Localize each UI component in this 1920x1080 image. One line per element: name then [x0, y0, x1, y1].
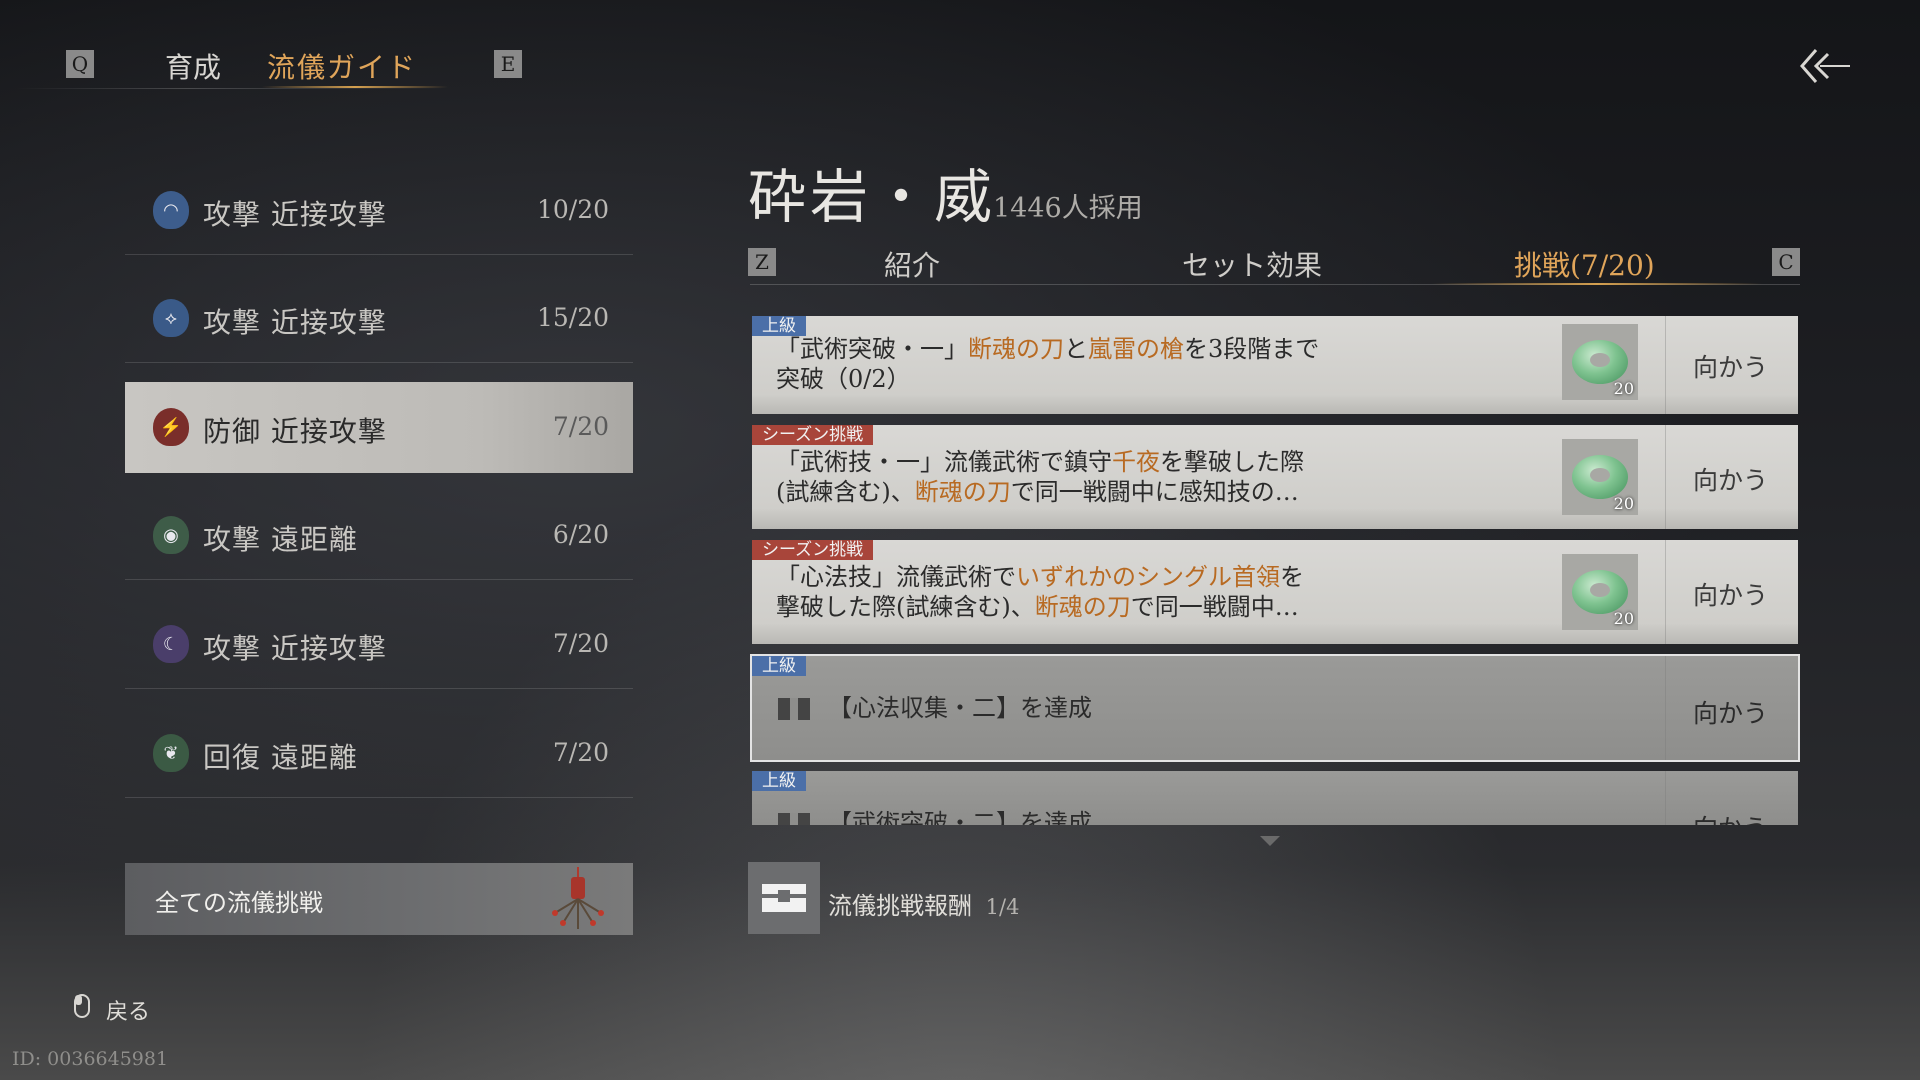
style-list-item[interactable]: ◉ 攻撃 遠距離 6/20 — [125, 490, 633, 580]
challenge-description: 「武術突破・一」断魂の刀と嵐雷の槍を3段階まで 突破（0/2） — [776, 335, 1320, 393]
style-list-item[interactable]: ❦ 回復 遠距離 7/20 — [125, 708, 633, 798]
style-item-label: 防御 近接攻撃 — [203, 415, 387, 448]
challenge-card-selected[interactable]: 上級 【心法収集・二】を達成 向かう — [750, 654, 1800, 762]
style-item-label: 攻撃 近接攻撃 — [203, 198, 387, 231]
gift-box-icon — [778, 698, 810, 720]
difficulty-tag: 上級 — [752, 771, 806, 791]
style-list-item[interactable]: ⟡ 攻撃 近接攻撃 15/20 — [125, 273, 633, 363]
tab-set-effect[interactable]: セット効果 — [1182, 244, 1322, 284]
tab-training[interactable]: 育成 — [165, 46, 221, 86]
challenge-card[interactable]: シーズン挑戦 「心法技」流儀武術でいずれかのシングル首領を 撃破した際(試練含む… — [752, 540, 1798, 644]
reward-progress: 流儀挑戦報酬 1/4 — [828, 886, 1019, 921]
tab-style-guide[interactable]: 流儀ガイド — [267, 46, 417, 86]
style-item-count: 7/20 — [552, 738, 609, 767]
tab-introduction[interactable]: 紹介 — [884, 244, 940, 284]
jade-ring-icon — [1572, 570, 1628, 614]
e-key-hint[interactable]: E — [494, 50, 522, 78]
style-item-label: 攻撃 遠距離 — [203, 523, 358, 556]
style-item-count: 7/20 — [552, 412, 609, 441]
season-tag: シーズン挑戦 — [752, 425, 874, 445]
reward-progress-count: 1/4 — [985, 895, 1020, 919]
challenge-description: 【武術突破・二】を達成 — [828, 809, 1092, 825]
jade-ring-icon — [1572, 340, 1628, 384]
style-item-label: 攻撃 近接攻撃 — [203, 306, 387, 339]
challenge-description: 「心法技」流儀武術でいずれかのシングル首領を 撃破した際(試練含む)、断魂の刀で… — [776, 563, 1304, 621]
difficulty-tag: 上級 — [752, 656, 806, 676]
style-list-item[interactable]: ☾ 攻撃 近接攻撃 7/20 — [125, 599, 633, 689]
go-button[interactable]: 向かう — [1693, 461, 1768, 497]
back-label[interactable]: 戻る — [106, 994, 150, 1026]
challenge-card[interactable]: 上級 「武術突破・一」断魂の刀と嵐雷の槍を3段階まで 突破（0/2） 20 向か… — [752, 316, 1798, 414]
style-item-count: 6/20 — [552, 520, 609, 549]
player-id: ID: 0036645981 — [12, 1048, 169, 1070]
adoption-count: 1446人採用 — [993, 193, 1143, 224]
go-button[interactable]: 向かう — [1693, 809, 1768, 825]
scroll-down-icon[interactable] — [1260, 836, 1280, 848]
c-key-hint[interactable]: C — [1772, 248, 1800, 276]
crescent-icon: ☾ — [153, 625, 189, 663]
back-arrow-icon[interactable] — [1796, 46, 1852, 86]
challenge-description: 【心法収集・二】を達成 — [828, 694, 1092, 722]
style-item-label: 回復 遠距離 — [203, 741, 358, 774]
all-style-challenges-button[interactable]: 全ての流儀挑戦 — [125, 863, 633, 935]
go-button[interactable]: 向かう — [1693, 694, 1768, 730]
season-tag: シーズン挑戦 — [752, 540, 874, 560]
reward-progress-label: 流儀挑戦報酬 — [828, 892, 972, 920]
go-button[interactable]: 向かう — [1693, 348, 1768, 384]
gift-box-icon — [778, 813, 810, 825]
treasure-chest-icon — [762, 884, 806, 912]
q-key-hint[interactable]: Q — [66, 50, 94, 78]
jade-reward: 20 — [1562, 324, 1638, 400]
style-reward-button[interactable] — [748, 862, 820, 934]
style-item-count: 10/20 — [536, 195, 609, 224]
swirl-icon: ◉ — [153, 516, 189, 554]
page-title: 砕岩・威 — [748, 163, 997, 231]
top-nav-active-indicator — [262, 86, 448, 88]
top-nav-divider — [16, 88, 446, 89]
fan-wave-icon: ◠ — [153, 191, 189, 229]
jade-ring-icon — [1572, 455, 1628, 499]
mouse-icon — [74, 994, 90, 1018]
all-challenges-label: 全ての流儀挑戦 — [155, 889, 323, 917]
challenge-card[interactable]: シーズン挑戦 「武術技・一」流儀武術で鎮守千夜を撃破した際 (試練含む)、断魂の… — [752, 425, 1798, 529]
tab-challenge[interactable]: 挑戦(7/20) — [1514, 244, 1655, 284]
style-item-count: 7/20 — [552, 629, 609, 658]
z-key-hint[interactable]: Z — [748, 248, 776, 276]
style-list-item[interactable]: ◠ 攻撃 近接攻撃 10/20 — [125, 165, 633, 255]
jade-reward: 20 — [1562, 554, 1638, 630]
blade-icon: ⟡ — [153, 299, 189, 337]
leaf-icon: ❦ — [153, 734, 189, 772]
challenge-card[interactable]: 上級 【武術突破・二】を達成 向かう — [752, 771, 1798, 825]
style-item-label: 攻撃 近接攻撃 — [203, 632, 387, 665]
style-item-count: 15/20 — [536, 303, 609, 332]
jade-reward: 20 — [1562, 439, 1638, 515]
shield-icon: ⚡ — [153, 408, 189, 446]
difficulty-tag: 上級 — [752, 316, 806, 336]
style-list-item-selected[interactable]: ⚡ 防御 近接攻撃 7/20 — [125, 382, 633, 473]
lantern-flower-icon — [552, 867, 604, 929]
tab-active-indicator — [1432, 283, 1762, 285]
challenge-description: 「武術技・一」流儀武術で鎮守千夜を撃破した際 (試練含む)、断魂の刀で同一戦闘中… — [776, 448, 1304, 506]
go-button[interactable]: 向かう — [1693, 576, 1768, 612]
